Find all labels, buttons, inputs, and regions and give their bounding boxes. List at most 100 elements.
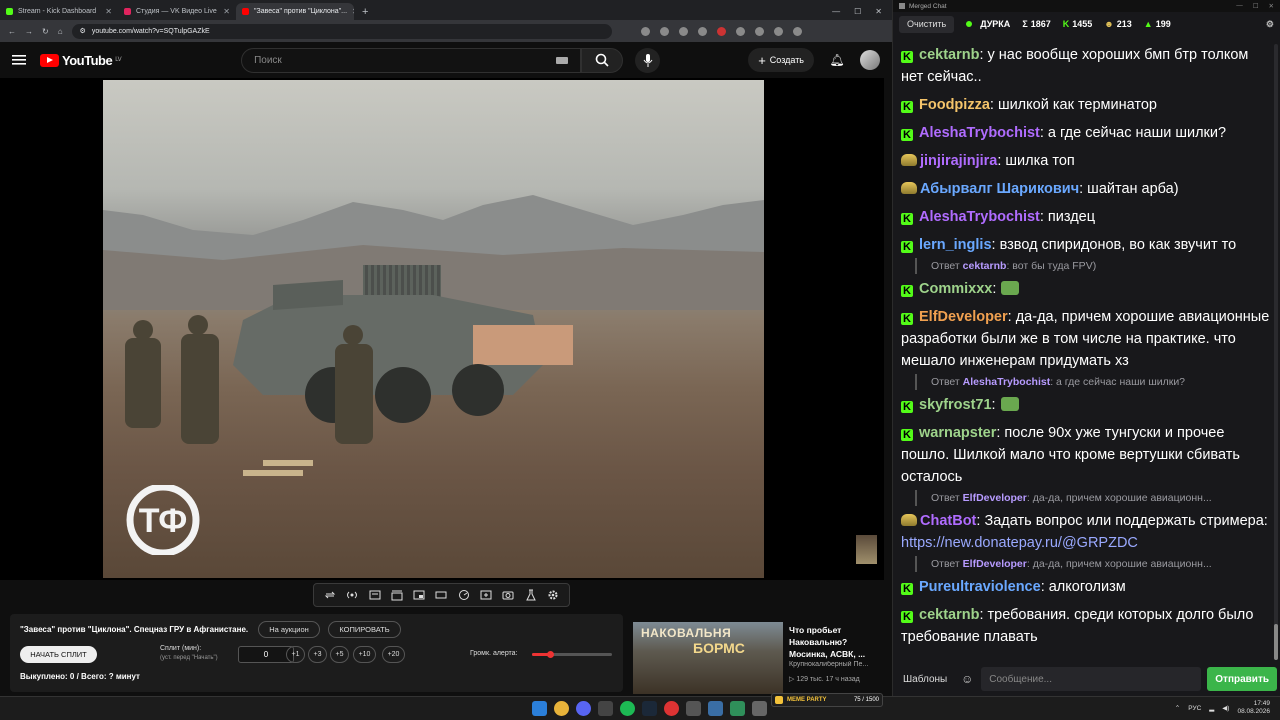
emoji-icon[interactable]: ☺: [959, 672, 975, 686]
chat-username[interactable]: Абырвалг Шарикович: [920, 181, 1079, 197]
tab-vk[interactable]: Студия — VK Видео Live ✕: [118, 3, 236, 20]
obs-icon[interactable]: [664, 701, 679, 716]
mini-thumbnail[interactable]: [856, 535, 877, 564]
notifications-bell-icon[interactable]: 🔔︎: [826, 53, 848, 67]
clear-chat-button[interactable]: Очистить: [899, 15, 955, 33]
extension-icon[interactable]: [678, 26, 688, 36]
back-icon[interactable]: ←: [8, 27, 16, 36]
search-button[interactable]: [581, 47, 624, 73]
minimize-icon[interactable]: —: [1236, 2, 1243, 10]
chat-username[interactable]: ChatBot: [920, 513, 976, 529]
cast-icon[interactable]: [659, 26, 669, 36]
chat-username[interactable]: cektarnb: [919, 607, 979, 623]
start-icon[interactable]: [532, 701, 547, 716]
settings-gear-icon[interactable]: [546, 588, 560, 602]
url-field[interactable]: ⚙ youtube.com/watch?v=SQTulpGAZkE: [71, 23, 612, 39]
add-icon[interactable]: [479, 588, 493, 602]
language-indicator[interactable]: РУС: [1188, 705, 1201, 712]
chat-username[interactable]: cektarnb: [919, 47, 979, 63]
site-info-icon[interactable]: ⚙: [80, 27, 86, 35]
steam-icon[interactable]: [642, 701, 657, 716]
chat-username[interactable]: jinjirajinjira: [920, 153, 997, 169]
reply-username[interactable]: ElfDeveloper: [963, 558, 1027, 570]
app-icon[interactable]: [730, 701, 745, 716]
video-player[interactable]: ТФ: [0, 78, 884, 580]
forward-icon[interactable]: →: [25, 27, 33, 36]
network-icon[interactable]: ▂: [1209, 704, 1214, 712]
chat-username[interactable]: Pureultraviolence: [919, 579, 1041, 595]
picture-in-picture-icon[interactable]: [412, 588, 426, 602]
minimize-icon[interactable]: —: [832, 7, 840, 16]
profile-icon[interactable]: [773, 26, 783, 36]
maximize-icon[interactable]: ☐: [1253, 2, 1259, 10]
extension-icon[interactable]: [735, 26, 745, 36]
templates-button[interactable]: Шаблоны: [897, 674, 953, 685]
start-split-button[interactable]: НАЧАТЬ СПЛИТ: [20, 646, 97, 663]
discord-icon[interactable]: [576, 701, 591, 716]
add-5-button[interactable]: +5: [330, 646, 349, 663]
tab-youtube[interactable]: "Завеса" против "Циклона"... ✕: [236, 3, 354, 20]
alert-volume-slider[interactable]: [532, 651, 612, 658]
add-1-button[interactable]: +1: [286, 646, 305, 663]
volume-icon[interactable]: ◀): [1222, 704, 1229, 712]
clapper-icon[interactable]: [390, 588, 404, 602]
keyboard-icon[interactable]: [556, 56, 569, 64]
app-icon[interactable]: [598, 701, 613, 716]
flask-icon[interactable]: [524, 588, 538, 602]
to-auction-button[interactable]: На аукцион: [258, 621, 320, 638]
recommended-video-title[interactable]: Что пробьет Наковальню? Мосинка, АСВК, .…: [789, 624, 879, 660]
zoom-icon[interactable]: [640, 26, 650, 36]
extension-icon[interactable]: [716, 26, 726, 36]
add-20-button[interactable]: +20: [382, 646, 405, 663]
tab-kick[interactable]: Stream - Kick Dashboard ✕: [0, 3, 118, 20]
chat-link[interactable]: https://new.donatepay.ru/@GRPZDC: [901, 535, 1138, 551]
speed-icon[interactable]: [457, 588, 471, 602]
avatar[interactable]: [860, 50, 880, 70]
playlist-icon[interactable]: [368, 588, 382, 602]
chat-username[interactable]: ElfDeveloper: [919, 309, 1008, 325]
close-tab-icon[interactable]: ✕: [105, 7, 112, 16]
chat-username[interactable]: lern_inglis: [919, 237, 992, 253]
app-icon[interactable]: [708, 701, 723, 716]
settings-gear-icon[interactable]: ⚙: [1266, 19, 1274, 30]
chat-username[interactable]: AleshaTrybochist: [919, 125, 1040, 141]
create-button[interactable]: + Создать: [748, 48, 814, 72]
chat-username[interactable]: skyfrost71: [919, 397, 992, 413]
reply-username[interactable]: AleshaTrybochist: [963, 376, 1051, 388]
youtube-logo[interactable]: YouTube LV: [40, 53, 122, 68]
reply-username[interactable]: ElfDeveloper: [963, 492, 1027, 504]
voice-search-button[interactable]: [635, 47, 661, 73]
chat-scrollbar[interactable]: [1274, 44, 1278, 660]
screenshot-icon[interactable]: [501, 588, 515, 602]
recommended-channel-name[interactable]: Крупнокалиберный Пе...: [789, 661, 881, 668]
close-window-icon[interactable]: ✕: [1269, 2, 1274, 10]
chrome-icon[interactable]: [554, 701, 569, 716]
app-icon[interactable]: [686, 701, 701, 716]
search-input[interactable]: Поиск: [241, 47, 582, 73]
scrollbar-thumb[interactable]: [1274, 624, 1278, 660]
loop-icon[interactable]: [323, 588, 337, 602]
video-frame[interactable]: ТФ: [103, 80, 764, 578]
message-input[interactable]: Сообщение...: [981, 667, 1202, 691]
volume-knob[interactable]: [546, 651, 554, 658]
chat-username[interactable]: warnapster: [919, 425, 996, 441]
reply-username[interactable]: cektarnb: [963, 260, 1007, 272]
spotify-icon[interactable]: [620, 701, 635, 716]
home-icon[interactable]: ⌂: [58, 27, 63, 36]
add-10-button[interactable]: +10: [353, 646, 376, 663]
broadcast-icon[interactable]: [345, 588, 359, 602]
new-tab-button[interactable]: +: [354, 6, 376, 20]
clock[interactable]: 17:49 08.08.2026: [1237, 700, 1270, 716]
add-3-button[interactable]: +3: [308, 646, 327, 663]
close-window-icon[interactable]: ✕: [875, 7, 882, 16]
app-icon[interactable]: [752, 701, 767, 716]
reload-icon[interactable]: ↻: [42, 27, 49, 36]
chat-username[interactable]: Commixxx: [919, 281, 992, 297]
maximize-icon[interactable]: ☐: [854, 7, 861, 16]
hamburger-menu-icon[interactable]: [12, 54, 28, 66]
download-icon[interactable]: [754, 26, 764, 36]
send-button[interactable]: Отправить: [1207, 667, 1277, 691]
chevron-up-icon[interactable]: ⌃: [1175, 704, 1180, 712]
chat-username[interactable]: Foodpizza: [919, 97, 990, 113]
recommended-video-thumbnail[interactable]: НАКОВАЛЬНЯ БОРМС: [633, 622, 783, 694]
